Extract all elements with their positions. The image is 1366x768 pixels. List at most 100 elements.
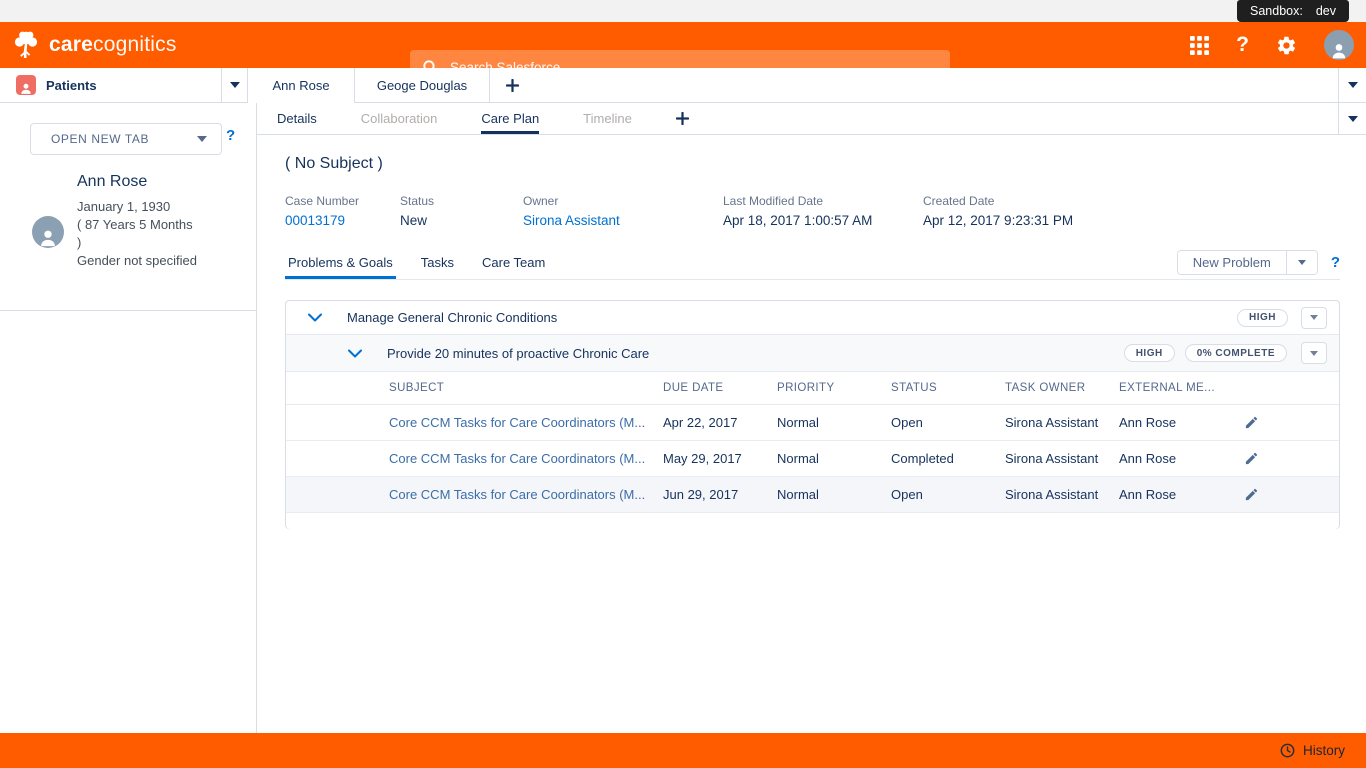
brand-name: carecognitics xyxy=(49,33,177,56)
sandbox-value: dev xyxy=(1315,4,1336,18)
field-created-date: Created Date Apr 12, 2017 9:23:31 PM xyxy=(923,194,1073,228)
chevron-down-icon xyxy=(229,82,240,88)
workspace-tab-ann-rose[interactable]: Ann Rose xyxy=(248,68,355,103)
priority-badge: HIGH xyxy=(1237,308,1288,327)
chevron-down-icon xyxy=(1297,259,1306,265)
field-label: Case Number xyxy=(285,194,360,208)
task-subject-link[interactable]: Core CCM Tasks for Care Coordinators (M.… xyxy=(389,451,663,466)
task-due-date: Jun 29, 2017 xyxy=(663,487,739,502)
pencil-icon xyxy=(1245,416,1258,429)
chevron-down-icon xyxy=(197,136,207,142)
patient-dob: January 1, 1930 xyxy=(77,199,171,214)
app-launcher-icon[interactable] xyxy=(1190,35,1210,55)
problem-menu-button[interactable] xyxy=(1301,306,1327,329)
collapse-goal-chevron[interactable] xyxy=(348,346,362,360)
task-status: Open xyxy=(891,415,923,430)
chevron-down-icon xyxy=(1347,115,1358,122)
add-workspace-tab-button[interactable] xyxy=(490,68,534,102)
workspace-tab-row: Patients Ann Rose Geoge Douglas xyxy=(0,68,1366,103)
edit-task-button[interactable] xyxy=(1244,415,1339,430)
new-problem-dropdown[interactable] xyxy=(1285,250,1317,274)
subtab-details[interactable]: Details xyxy=(277,103,317,134)
sidebar-help-icon[interactable]: ? xyxy=(226,127,235,144)
problem-title: Manage General Chronic Conditions xyxy=(347,310,558,325)
person-icon xyxy=(41,230,55,247)
subtab-timeline[interactable]: Timeline xyxy=(583,103,632,134)
person-icon xyxy=(21,83,31,94)
field-value: Apr 12, 2017 9:23:31 PM xyxy=(923,213,1074,228)
goal-menu-button[interactable] xyxy=(1301,342,1327,364)
tab-problems-goals[interactable]: Problems & Goals xyxy=(285,245,396,279)
tab-label: Tasks xyxy=(420,254,454,270)
edit-task-button[interactable] xyxy=(1244,451,1339,466)
open-new-tab-select[interactable]: OPEN NEW TAB xyxy=(30,123,222,155)
clock-icon xyxy=(1280,743,1295,758)
plan-actions: New Problem ? xyxy=(1176,249,1340,275)
tab-tasks[interactable]: Tasks xyxy=(418,245,457,279)
priority-badge: HIGH xyxy=(1123,344,1175,362)
app-tab-patients[interactable]: Patients xyxy=(0,68,248,102)
new-problem-button[interactable]: New Problem xyxy=(1177,250,1286,274)
plus-icon xyxy=(505,78,519,92)
chevron-down-icon xyxy=(1310,315,1318,320)
main-content: ( No Subject ) Case Number 00013179 Stat… xyxy=(257,135,1366,733)
tab-care-team[interactable]: Care Team xyxy=(479,245,548,279)
subtab-overflow[interactable] xyxy=(1338,103,1366,134)
person-icon xyxy=(1332,44,1346,59)
app-header: carecognitics ? xyxy=(0,22,1366,94)
task-status: Open xyxy=(891,487,923,502)
workspace-tab-overflow[interactable] xyxy=(1338,68,1366,102)
subtab-label: Collaboration xyxy=(360,111,438,126)
user-avatar[interactable] xyxy=(1324,30,1354,60)
workspace-tab-geoge-douglas[interactable]: Geoge Douglas xyxy=(355,68,490,102)
problem-row-actions: HIGH xyxy=(1237,306,1327,329)
subtab-collaboration[interactable]: Collaboration xyxy=(361,103,438,134)
help-icon[interactable]: ? xyxy=(1236,33,1249,57)
edit-task-button[interactable] xyxy=(1244,487,1339,502)
task-priority: Normal xyxy=(777,487,819,502)
patient-age: ( 87 Years 5 Months ) xyxy=(77,217,193,250)
collapse-problem-chevron[interactable] xyxy=(308,311,322,325)
app-tab-label: Patients xyxy=(46,77,97,93)
task-subject-link[interactable]: Core CCM Tasks for Care Coordinators (M.… xyxy=(389,487,663,502)
field-value: Apr 18, 2017 1:00:57 AM xyxy=(723,213,873,228)
task-subject-link[interactable]: Core CCM Tasks for Care Coordinators (M.… xyxy=(389,415,663,430)
task-owner: Sirona Assistant xyxy=(1005,451,1099,466)
care-plan-card: Manage General Chronic Conditions HIGH P… xyxy=(285,300,1340,529)
add-subtab-button[interactable] xyxy=(675,112,689,125)
header-icons: ? xyxy=(1190,22,1354,68)
brand-logo: carecognitics xyxy=(8,22,177,68)
task-owner: Sirona Assistant xyxy=(1005,415,1099,430)
task-external: Ann Rose xyxy=(1119,487,1177,502)
subtab-care-plan[interactable]: Care Plan xyxy=(481,103,539,134)
chevron-down-icon xyxy=(1310,350,1318,356)
open-new-tab-label: OPEN NEW TAB xyxy=(51,132,150,146)
tab-label: Problems & Goals xyxy=(288,254,393,270)
screen: Sandbox: dev carecognitics Search Salesf… xyxy=(0,0,1366,768)
task-status: Completed xyxy=(891,451,954,466)
setup-gear-icon[interactable] xyxy=(1276,35,1297,56)
utility-bar: History xyxy=(0,733,1366,768)
sandbox-badge: Sandbox: dev xyxy=(1237,0,1349,22)
history-button[interactable]: History xyxy=(1280,743,1345,758)
app-tab-dropdown[interactable] xyxy=(221,68,247,102)
table-row: Core CCM Tasks for Care Coordinators (M.… xyxy=(286,477,1339,513)
waffle-grid-icon xyxy=(1190,35,1210,55)
card-footer xyxy=(286,513,1339,529)
field-label: Created Date xyxy=(923,194,995,208)
field-label: Last Modified Date xyxy=(723,194,824,208)
case-number-link[interactable]: 00013179 xyxy=(285,213,400,228)
goal-row: Provide 20 minutes of proactive Chronic … xyxy=(286,335,1339,372)
task-owner: Sirona Assistant xyxy=(1005,487,1099,502)
workspace-tab-label: Geoge Douglas xyxy=(376,77,468,93)
owner-link[interactable]: Sirona Assistant xyxy=(523,213,723,228)
sandbox-label: Sandbox: xyxy=(1250,4,1303,18)
task-external: Ann Rose xyxy=(1119,415,1177,430)
workspace-tab-label: Ann Rose xyxy=(272,77,330,93)
plan-help-icon[interactable]: ? xyxy=(1331,254,1340,271)
col-task-owner: TASK OWNER xyxy=(1005,382,1086,394)
chevron-down-icon xyxy=(308,313,322,322)
subtab-label: Timeline xyxy=(583,111,632,126)
patient-name: Ann Rose xyxy=(77,173,148,190)
tree-logo-icon xyxy=(14,31,38,58)
